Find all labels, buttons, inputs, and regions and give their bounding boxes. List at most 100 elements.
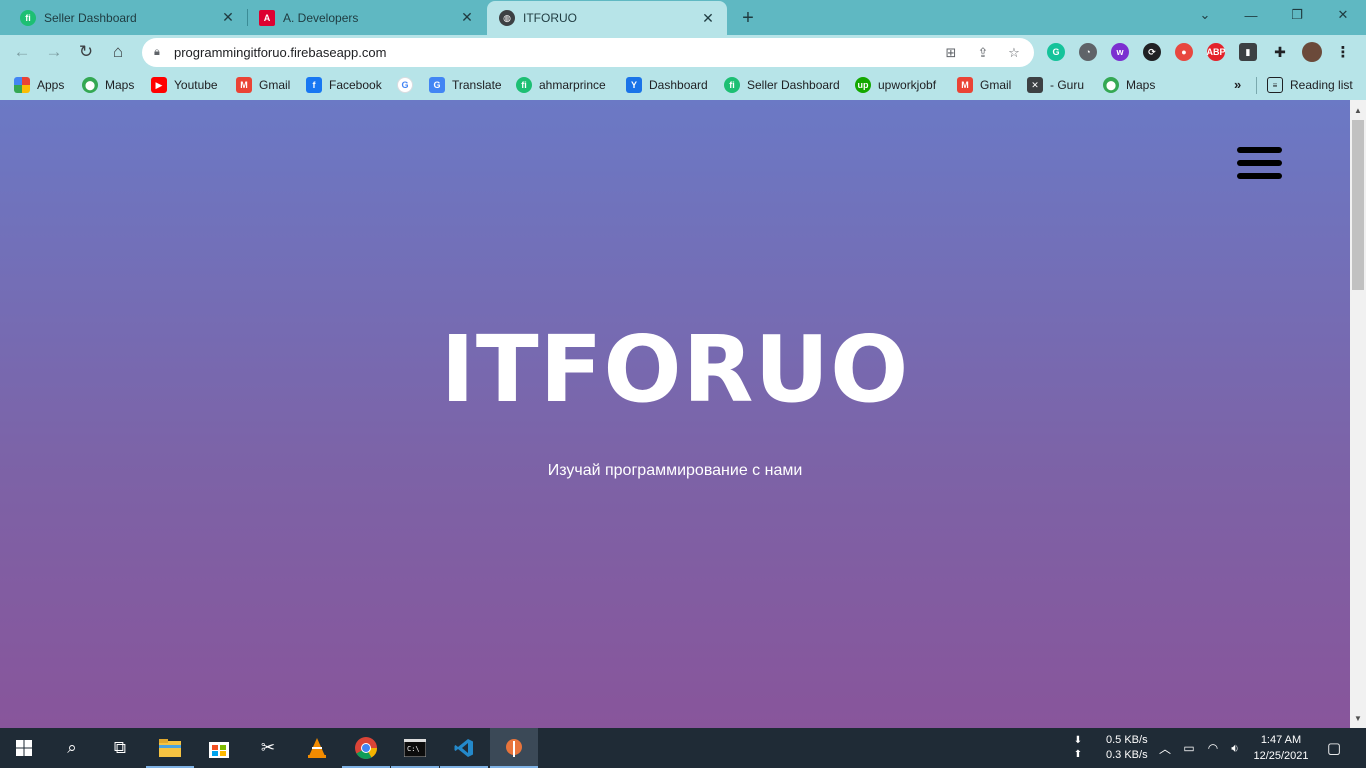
scroll-down-icon[interactable]: ▼	[1350, 710, 1366, 726]
bookmark-seller-dashboard[interactable]: fi Seller Dashboard	[724, 75, 840, 95]
apps-grid-icon	[14, 77, 30, 93]
maps-pin-icon: ⬤	[1103, 77, 1119, 93]
bookmark-label: ahmarprince	[539, 78, 606, 92]
tab-itforuo[interactable]: ◍ ITFORUO ✕	[487, 1, 727, 35]
windows-taskbar: ⌕ ⧉ ✂ C:\ ⬇ ⬆ 0.5 KB/s 0.3 KB/s ︿ ▭ ◠ 🔉︎ …	[0, 728, 1366, 768]
close-icon[interactable]: ✕	[458, 9, 476, 27]
tab-a-developers[interactable]: A A. Developers ✕	[248, 0, 486, 35]
browser-toolbar: ← → ↻ ⌂ 🔒︎ programmingitforuo.firebaseap…	[0, 35, 1366, 69]
wappalyzer-icon[interactable]: w	[1111, 43, 1129, 61]
bookmark-guru[interactable]: ✕ - Guru	[1027, 75, 1084, 95]
system-clock[interactable]: 1:47 AM 12/25/2021	[1246, 732, 1316, 764]
volume-icon[interactable]: 🔉︎	[1226, 728, 1244, 768]
windows-start-icon[interactable]	[0, 728, 48, 768]
grammarly-icon[interactable]: G	[1047, 43, 1065, 61]
bookmark-ahmarprince[interactable]: fi ahmarprince	[516, 75, 606, 95]
bookmark-youtube[interactable]: ▶ Youtube	[151, 75, 218, 95]
bookmark-label: Gmail	[259, 78, 291, 92]
dashboard-icon: Y	[626, 77, 642, 93]
back-icon[interactable]: ←	[9, 39, 35, 65]
menu-kebab-icon[interactable]: ⋮	[1334, 43, 1352, 61]
home-icon[interactable]: ⌂	[105, 39, 131, 65]
reading-list-label: Reading list	[1290, 78, 1353, 92]
scrollbar-thumb[interactable]	[1352, 120, 1364, 290]
bookmark-upworkjobf[interactable]: up upworkjobf	[855, 75, 936, 95]
bookmark-maps[interactable]: ⬤ Maps	[82, 75, 134, 95]
snipping-tool-icon[interactable]: ✂	[244, 728, 292, 768]
guru-icon: ✕	[1027, 77, 1043, 93]
share-icon[interactable]: ⇪	[974, 44, 992, 62]
vscode-icon[interactable]	[440, 728, 488, 768]
bookmark-label: Dashboard	[649, 78, 708, 92]
extensions-puzzle-icon[interactable]: ✚	[1271, 43, 1289, 61]
window-close-icon[interactable]: ✕	[1320, 0, 1366, 30]
bookmark-apps[interactable]: Apps	[14, 75, 64, 95]
net-down-speed: 0.5 KB/s	[1106, 734, 1148, 746]
hamburger-bar	[1237, 173, 1282, 179]
tab-strip: fi Seller Dashboard ✕ A A. Developers ✕ …	[0, 0, 1366, 35]
bookmark-label: upworkjobf	[878, 78, 937, 92]
gmail-icon: M	[957, 77, 973, 93]
wifi-icon[interactable]: ◠	[1204, 728, 1222, 768]
close-icon[interactable]: ✕	[219, 9, 237, 27]
speed-test-icon[interactable]: ◔	[1079, 43, 1097, 61]
bookmark-label: Maps	[105, 78, 135, 92]
vlc-icon[interactable]	[293, 728, 341, 768]
tab-title: A. Developers	[283, 10, 359, 25]
bookmark-label: Gmail	[980, 78, 1012, 92]
terminal-icon[interactable]: C:\	[391, 728, 439, 768]
bookmark-google[interactable]: G	[397, 75, 420, 95]
store-icon[interactable]	[195, 728, 243, 768]
notifications-icon[interactable]: ▢	[1322, 728, 1346, 768]
minimize-icon[interactable]: —	[1228, 0, 1274, 30]
extension-icon[interactable]: ▮	[1239, 43, 1257, 61]
bookmark-maps-2[interactable]: ⬤ Maps	[1103, 75, 1155, 95]
url-text: programmingitforuo.firebaseapp.com	[174, 45, 387, 60]
forward-icon[interactable]: →	[41, 39, 67, 65]
bookmark-gmail-2[interactable]: M Gmail	[957, 75, 1011, 95]
avatar[interactable]	[1302, 42, 1322, 62]
file-explorer-icon[interactable]	[146, 728, 194, 768]
chevron-up-icon[interactable]: ︿	[1156, 728, 1174, 768]
bookmark-label: - Guru	[1050, 78, 1085, 92]
tab-title: Seller Dashboard	[44, 10, 137, 25]
google-icon: G	[397, 77, 413, 93]
bookmark-dashboard[interactable]: Y Dashboard	[626, 75, 708, 95]
bookmark-translate[interactable]: G Translate	[429, 75, 502, 95]
reload-icon[interactable]: ↻	[73, 39, 99, 65]
bookmarks-divider	[1256, 77, 1257, 94]
page-subtitle: Изучай программирование с нами	[547, 462, 803, 479]
translate-page-icon[interactable]: ⊞	[942, 44, 960, 62]
task-view-icon[interactable]: ⧉	[96, 728, 144, 768]
battery-icon[interactable]: ▭	[1180, 728, 1198, 768]
page-viewport: ITFORUO Изучай программирование с нами	[0, 100, 1350, 728]
tab-search-icon[interactable]: ⌄	[1182, 0, 1228, 30]
clock-date: 12/25/2021	[1253, 750, 1309, 762]
new-tab-button[interactable]: +	[736, 6, 760, 30]
chrome-icon[interactable]	[342, 728, 390, 768]
fiverr-icon: fi	[20, 9, 36, 26]
vertical-scrollbar[interactable]: ▲ ▼	[1350, 100, 1366, 728]
adblock-plus-icon[interactable]: ABP	[1207, 43, 1226, 61]
paint-app-icon[interactable]	[490, 728, 538, 768]
hamburger-bar	[1237, 147, 1282, 153]
reading-list-button[interactable]: ≡ Reading list	[1267, 75, 1353, 95]
search-icon[interactable]: ⌕	[48, 728, 96, 768]
translate-icon: G	[429, 77, 445, 93]
bookmark-facebook[interactable]: f Facebook	[306, 75, 382, 95]
scroll-up-icon[interactable]: ▲	[1350, 102, 1366, 118]
youtube-icon: ▶	[151, 77, 167, 93]
tab-seller-dashboard[interactable]: fi Seller Dashboard ✕	[0, 0, 247, 35]
angular-icon: A	[259, 9, 275, 26]
bookmarks-overflow-icon[interactable]: »	[1234, 77, 1241, 92]
sync-icon[interactable]: ⟳	[1143, 43, 1161, 61]
bookmark-star-icon[interactable]: ☆	[1005, 44, 1023, 62]
network-speed: 0.5 KB/s 0.3 KB/s	[1106, 733, 1148, 763]
bookmark-label: Apps	[37, 78, 65, 92]
color-picker-icon[interactable]: ●	[1175, 43, 1193, 61]
close-icon[interactable]: ✕	[699, 9, 717, 27]
bookmark-gmail[interactable]: M Gmail	[236, 75, 290, 95]
restore-icon[interactable]: ❐	[1274, 0, 1320, 30]
address-bar[interactable]: 🔒︎ programmingitforuo.firebaseapp.com ⊞ …	[142, 38, 1034, 67]
hamburger-menu-icon[interactable]	[1237, 147, 1282, 179]
